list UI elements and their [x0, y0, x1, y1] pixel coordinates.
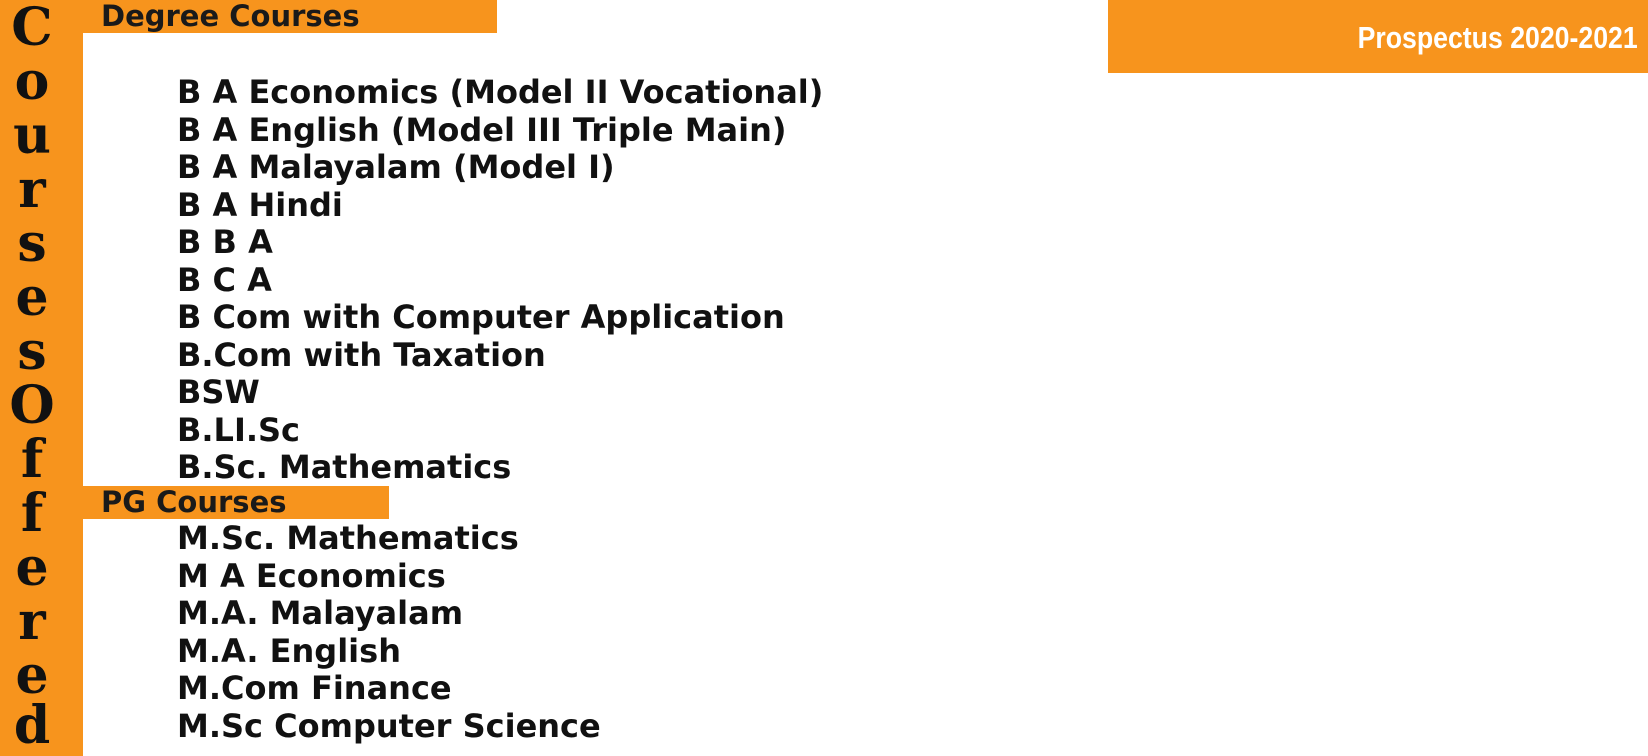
course-item: B.Sc. Mathematics: [177, 448, 512, 486]
side-title-letter: O: [9, 375, 55, 436]
course-item: M.A. English: [177, 631, 401, 670]
course-item: B.Com with Taxation: [177, 335, 546, 374]
side-title-letter: f: [20, 429, 44, 490]
pg-course-list: M.Sc. Mathematics M A Economics M.A. Mal…: [177, 519, 601, 745]
prospectus-label: Prospectus 2020-2021: [1357, 20, 1638, 55]
degree-courses-heading: Degree Courses: [83, 0, 497, 33]
side-title-letter: C: [11, 0, 53, 58]
side-title-letter: f: [20, 483, 44, 544]
course-item: B.LI.Sc: [177, 410, 301, 449]
side-title-letter: u: [13, 105, 51, 166]
course-item: M.Sc Computer Science: [177, 706, 601, 745]
side-title-letter: d: [13, 695, 51, 756]
side-title-letter: s: [17, 213, 47, 274]
degree-course-list: B A Economics (Model II Vocational) B A …: [177, 73, 824, 487]
course-item: B C A: [177, 260, 272, 299]
side-title-letter: e: [15, 267, 49, 328]
course-item: B A English (Model III Triple Main): [177, 110, 787, 149]
course-item: B A Economics (Model II Vocational): [177, 73, 824, 111]
side-title-letter: r: [18, 591, 46, 652]
side-title-letter: s: [17, 321, 47, 382]
course-item: M A Economics: [177, 556, 446, 595]
side-title-letter: e: [15, 537, 49, 598]
side-title: C o u r s e s O f f e r e d: [0, 0, 83, 756]
course-item: B B A: [177, 223, 273, 261]
course-item: M.A. Malayalam: [177, 594, 464, 632]
side-title-letter: o: [14, 51, 50, 112]
side-title-letter: r: [18, 159, 46, 220]
course-item: B A Malayalam (Model I): [177, 148, 615, 186]
course-item: B A Hindi: [177, 185, 343, 224]
prospectus-banner: Prospectus 2020-2021: [1108, 0, 1648, 73]
pg-courses-heading: PG Courses: [83, 486, 389, 519]
course-item: B Com with Computer Application: [177, 298, 785, 336]
course-item: M.Sc. Mathematics: [177, 519, 519, 557]
course-item: M.Com Finance: [177, 669, 452, 707]
course-item: BSW: [177, 373, 260, 411]
